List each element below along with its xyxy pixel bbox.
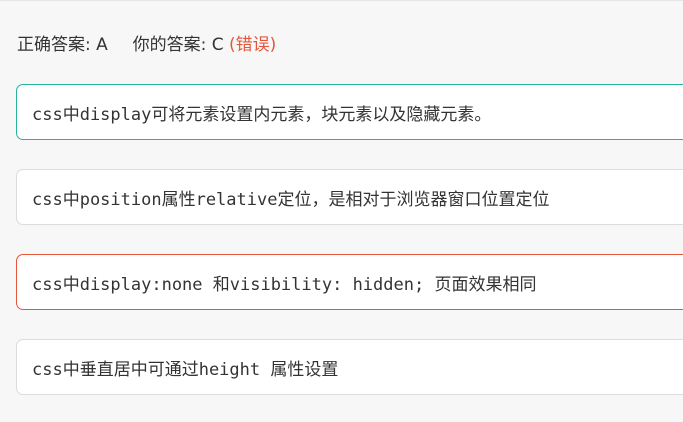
option-c-text: css中display:none 和visibility: hidden; 页面… — [32, 274, 537, 295]
answer-result-line: 正确答案: A 你的答案: C (错误) — [17, 30, 276, 55]
option-c-wrong[interactable]: css中display:none 和visibility: hidden; 页面… — [16, 254, 683, 310]
your-answer-value: C — [211, 35, 224, 55]
your-answer-label: 你的答案: — [132, 35, 207, 55]
option-d-text: css中垂直居中可通过height 属性设置 — [32, 359, 339, 380]
correct-answer-label: 正确答案: — [17, 35, 91, 55]
option-b[interactable]: css中position属性relative定位，是相对于浏览器窗口位置定位 — [16, 169, 683, 225]
top-divider — [0, 0, 683, 1]
answer-status-badge: (错误) — [229, 35, 277, 55]
option-a-text: css中display可将元素设置内元素，块元素以及隐藏元素。 — [32, 104, 492, 125]
option-d[interactable]: css中垂直居中可通过height 属性设置 — [16, 339, 683, 395]
option-b-text: css中position属性relative定位，是相对于浏览器窗口位置定位 — [32, 189, 550, 210]
option-a-correct[interactable]: css中display可将元素设置内元素，块元素以及隐藏元素。 — [16, 84, 683, 140]
correct-answer-value: A — [96, 35, 108, 55]
